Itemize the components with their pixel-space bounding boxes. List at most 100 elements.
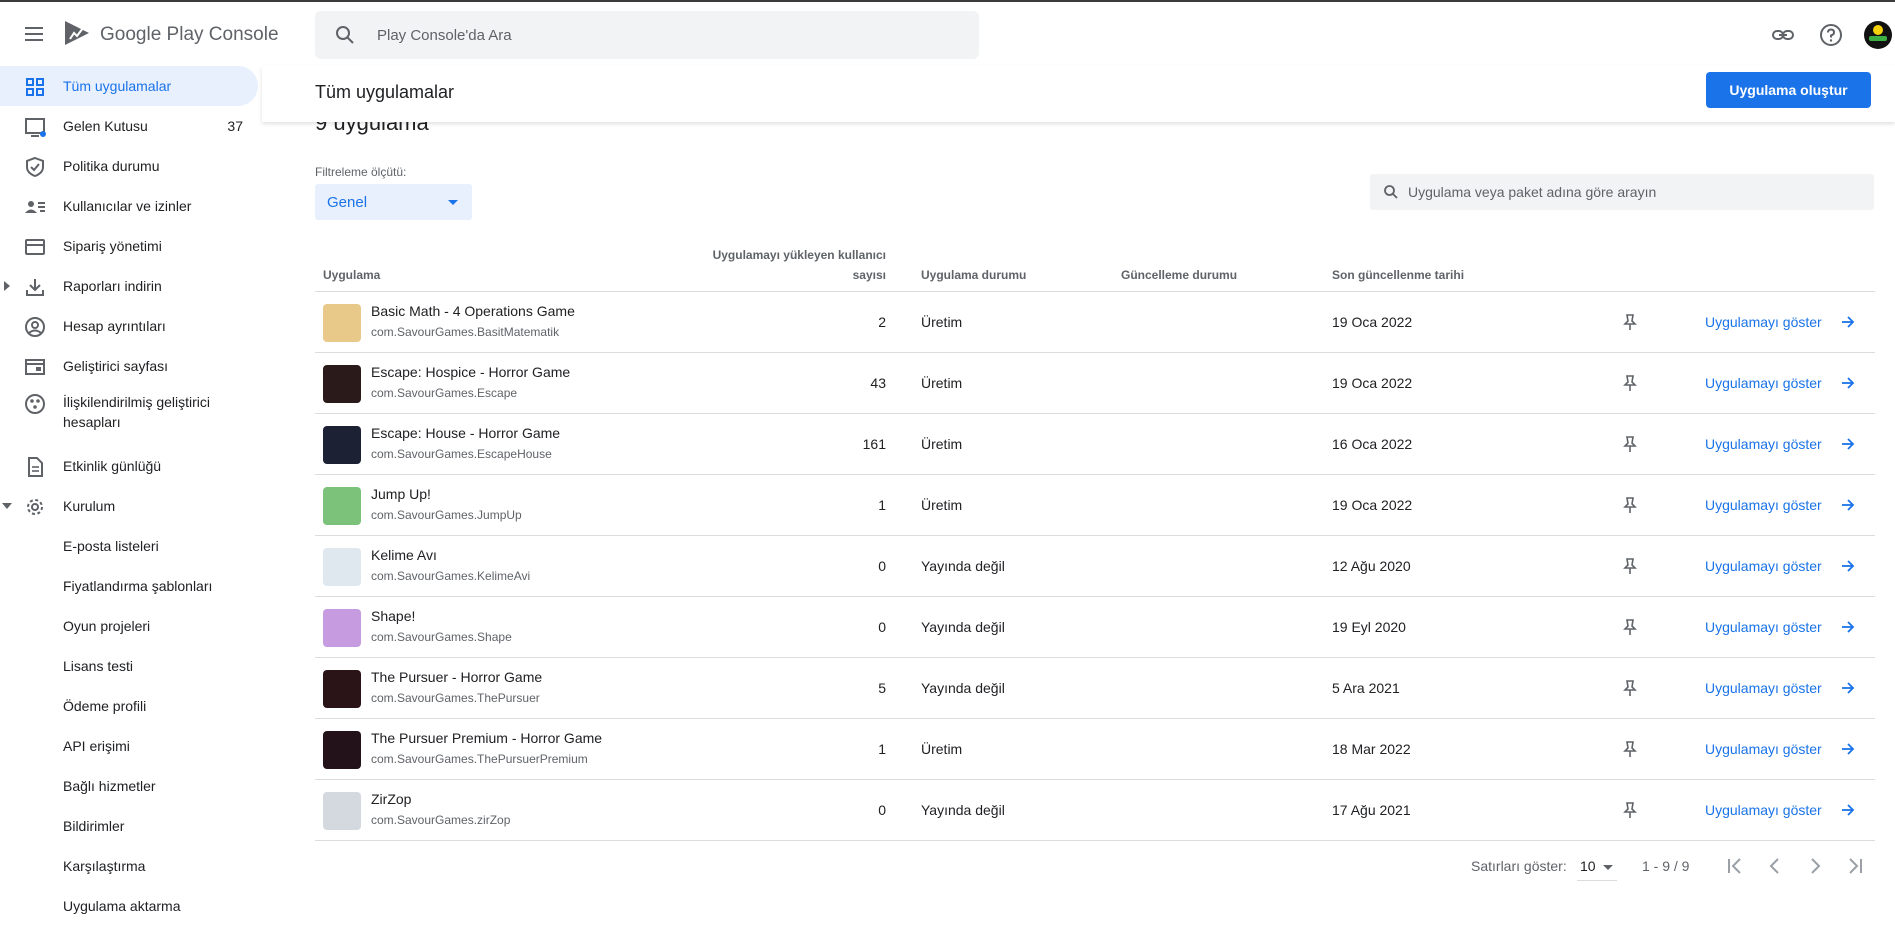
table-row[interactable]: Shape! com.SavourGames.Shape 0 Yayında deği… xyxy=(315,597,1875,658)
last-page-icon[interactable] xyxy=(1842,853,1868,879)
table-row[interactable]: Escape: Hospice - Horror Game com.SavourG… xyxy=(315,353,1875,414)
sidebar-subitem-linked-services[interactable]: Bağlı hizmetler xyxy=(63,778,156,794)
sidebar-subitem-license-testing[interactable]: Lisans testi xyxy=(63,658,133,674)
sidebar-item-developer-page[interactable]: Geliştirici sayfası xyxy=(0,346,258,386)
view-app-link[interactable]: Uygulamayı göster xyxy=(1705,436,1822,452)
create-app-button[interactable]: Uygulama oluştur xyxy=(1706,72,1871,108)
sidebar-item-account-details[interactable]: Hesap ayrıntıları xyxy=(0,306,258,346)
view-app-link[interactable]: Uygulamayı göster xyxy=(1705,619,1822,635)
column-header-app[interactable]: Uygulama xyxy=(323,268,380,282)
play-console-logo-icon xyxy=(65,21,89,45)
sidebar-subitem-pricing-templates[interactable]: Fiyatlandırma şablonları xyxy=(63,578,212,594)
filter-dropdown[interactable]: Genel xyxy=(315,184,472,220)
global-search-input[interactable] xyxy=(377,23,937,47)
arrow-right-icon[interactable] xyxy=(1841,559,1855,573)
sidebar-subitem-api-access[interactable]: API erişimi xyxy=(63,738,130,754)
top-bar: Google Play Console xyxy=(0,2,1895,66)
pin-icon[interactable] xyxy=(1622,435,1638,453)
sidebar-item-users-permissions[interactable]: Kullanıcılar ve izinler xyxy=(0,186,258,226)
arrow-right-icon[interactable] xyxy=(1841,742,1855,756)
sidebar-subitem-email-lists[interactable]: E-posta listeleri xyxy=(63,538,159,554)
view-app-link[interactable]: Uygulamayı göster xyxy=(1705,802,1822,818)
pagination-range: 1 - 9 / 9 xyxy=(1642,858,1690,874)
page-header: Tüm uygulamalar xyxy=(262,66,1895,122)
app-name: Escape: Hospice - Horror Game xyxy=(371,364,571,380)
sidebar-item-activity-log[interactable]: Etkinlik günlüğü xyxy=(0,446,258,486)
menu-icon[interactable] xyxy=(20,20,48,48)
column-header-last-updated[interactable]: Son güncellenme tarihi xyxy=(1332,268,1464,282)
arrow-right-icon[interactable] xyxy=(1841,498,1855,512)
pin-icon[interactable] xyxy=(1622,801,1638,819)
table-row[interactable]: The Pursuer Premium - Horror Game com.Sav… xyxy=(315,719,1875,780)
first-page-icon[interactable] xyxy=(1722,853,1748,879)
app-search[interactable] xyxy=(1370,174,1874,210)
app-status: Yayında değil xyxy=(921,619,1005,635)
arrow-right-icon[interactable] xyxy=(1841,437,1855,451)
expand-caret-icon[interactable] xyxy=(4,281,10,291)
arrow-right-icon[interactable] xyxy=(1841,620,1855,634)
previous-page-icon[interactable] xyxy=(1762,853,1788,879)
help-icon[interactable] xyxy=(1818,22,1844,48)
arrow-right-icon[interactable] xyxy=(1841,681,1855,695)
arrow-right-icon[interactable] xyxy=(1841,376,1855,390)
table-row[interactable]: Escape: House - Horror Game com.SavourGam… xyxy=(315,414,1875,475)
view-app-link[interactable]: Uygulamayı göster xyxy=(1705,741,1822,757)
global-search[interactable] xyxy=(315,11,979,59)
app-name: Shape! xyxy=(371,608,416,624)
app-icon xyxy=(323,670,361,708)
view-app-link[interactable]: Uygulamayı göster xyxy=(1705,314,1822,330)
sidebar-item-all-apps[interactable]: Tüm uygulamalar xyxy=(0,66,258,106)
app-last-updated: 16 Oca 2022 xyxy=(1332,436,1413,452)
view-app-link[interactable]: Uygulamayı göster xyxy=(1705,375,1822,391)
pin-icon[interactable] xyxy=(1622,374,1638,392)
sidebar-item-order-management[interactable]: Sipariş yönetimi xyxy=(0,226,258,266)
brand-title: Google Play Console xyxy=(100,24,279,46)
sidebar-subitem-payments-profile[interactable]: Ödeme profili xyxy=(63,698,146,714)
filter-label: Filtreleme ölçütü: xyxy=(315,165,407,179)
table-row[interactable]: Jump Up! com.SavourGames.JumpUp 1 Üretim 19 … xyxy=(315,475,1875,536)
sidebar-item-inbox[interactable]: Gelen Kutusu 37 xyxy=(0,106,258,146)
table-row[interactable]: ZirZop com.SavourGames.zirZop 0 Yayında değ… xyxy=(315,780,1875,841)
view-app-link[interactable]: Uygulamayı göster xyxy=(1705,558,1822,574)
sidebar-item-setup[interactable]: Kurulum xyxy=(0,486,258,526)
view-app-link[interactable]: Uygulamayı göster xyxy=(1705,497,1822,513)
sidebar-item-label: Kullanıcılar ve izinler xyxy=(63,198,192,214)
sidebar-item-download-reports[interactable]: Raporları indirin xyxy=(0,266,258,306)
gear-icon xyxy=(27,499,43,515)
sidebar-subitem-app-transfer[interactable]: Uygulama aktarma xyxy=(63,898,181,914)
table-row[interactable]: The Pursuer - Horror Game com.SavourGames… xyxy=(315,658,1875,719)
pin-icon[interactable] xyxy=(1622,679,1638,697)
avatar[interactable] xyxy=(1864,21,1892,49)
pin-icon[interactable] xyxy=(1622,557,1638,575)
table-row[interactable]: Kelime Avı com.SavourGames.KelimeAvi 0 Yayı… xyxy=(315,536,1875,597)
sidebar-subitem-game-projects[interactable]: Oyun projeleri xyxy=(63,618,150,634)
sidebar-item-policy-status[interactable]: Politika durumu xyxy=(0,146,258,186)
app-status: Yayında değil xyxy=(921,802,1005,818)
app-name: Kelime Avı xyxy=(371,547,437,563)
app-search-input[interactable] xyxy=(1408,182,1848,202)
sidebar-subitem-notifications[interactable]: Bildirimler xyxy=(63,818,124,834)
arrow-right-icon[interactable] xyxy=(1841,803,1855,817)
column-header-update-status[interactable]: Güncelleme durumu xyxy=(1121,268,1237,282)
column-header-users-line1[interactable]: Uygulamayı yükleyen kullanıcı xyxy=(680,248,886,262)
sidebar-subitem-comparison[interactable]: Karşılaştırma xyxy=(63,858,145,874)
sidebar-item-label: Hesap ayrıntıları xyxy=(63,318,166,334)
sidebar-item-linked-developer-accounts[interactable]: İlişkilendirilmiş geliştirici hesapları xyxy=(0,386,258,438)
collapse-caret-icon[interactable] xyxy=(2,503,12,509)
next-page-icon[interactable] xyxy=(1802,853,1828,879)
view-app-link[interactable]: Uygulamayı göster xyxy=(1705,680,1822,696)
pin-icon[interactable] xyxy=(1622,496,1638,514)
column-header-users-line2[interactable]: sayısı xyxy=(680,268,886,282)
sidebar-item-label: Geliştirici sayfası xyxy=(63,358,169,374)
pin-icon[interactable] xyxy=(1622,740,1638,758)
table-row[interactable]: Basic Math - 4 Operations Game com.Savour… xyxy=(315,292,1875,353)
app-icon xyxy=(323,792,361,830)
page-title: Tüm uygulamalar xyxy=(315,82,455,102)
app-icon xyxy=(323,365,361,403)
arrow-right-icon[interactable] xyxy=(1841,315,1855,329)
rows-per-page-select[interactable]: 10 xyxy=(1577,853,1617,881)
pin-icon[interactable] xyxy=(1622,618,1638,636)
column-header-app-status[interactable]: Uygulama durumu xyxy=(921,268,1026,282)
pin-icon[interactable] xyxy=(1622,313,1638,331)
link-icon[interactable] xyxy=(1770,22,1796,48)
